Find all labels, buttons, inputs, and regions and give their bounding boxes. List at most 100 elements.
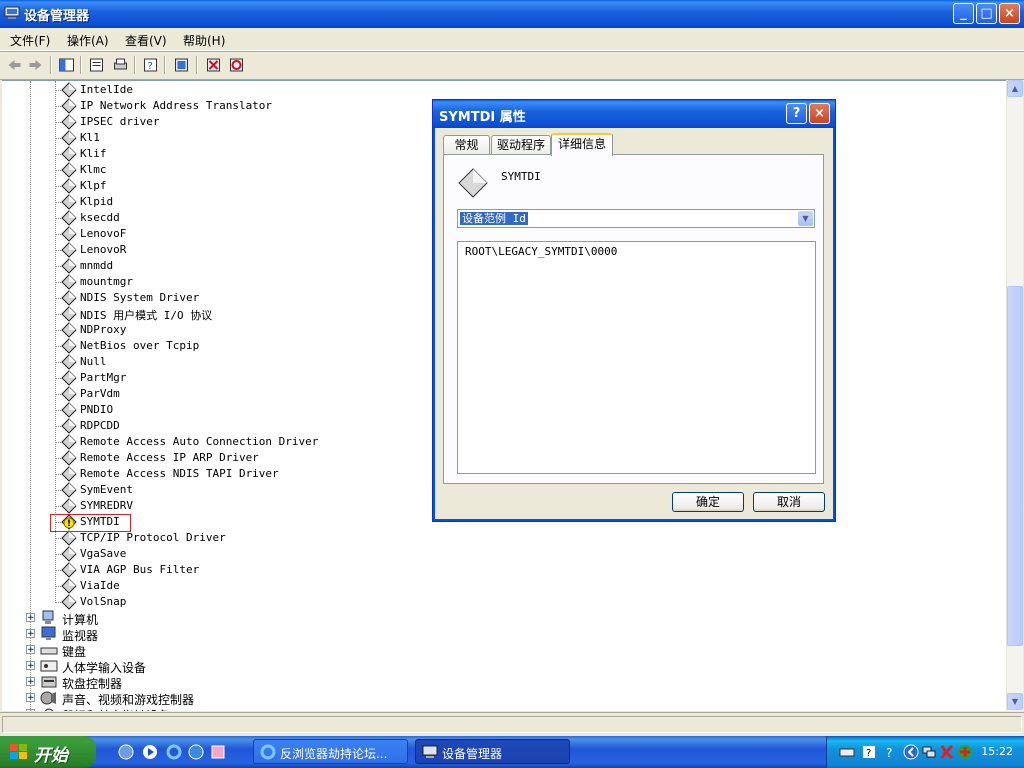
device-icon bbox=[61, 194, 77, 210]
device-manager-icon bbox=[422, 745, 438, 758]
tab-driver[interactable]: 驱动程序 bbox=[491, 135, 551, 155]
ok-button[interactable]: 确定 bbox=[672, 492, 744, 512]
quicklaunch-icon-5[interactable] bbox=[210, 744, 226, 760]
tab-general[interactable]: 常规 bbox=[443, 135, 490, 155]
tab-driver-label: 驱动程序 bbox=[496, 138, 545, 152]
expand-icon[interactable]: + bbox=[26, 677, 35, 687]
device-label: mountmgr bbox=[80, 275, 133, 288]
device-icon bbox=[61, 114, 77, 130]
scan-hardware-icon[interactable] bbox=[173, 57, 190, 73]
menu-view[interactable]: 查看(V) bbox=[125, 32, 167, 49]
properties-dialog: SYMTDI 属性 ? × 常规 驱动程序 详细信息 SYMTDI 设备范例 I… bbox=[432, 99, 836, 522]
show-hidden-icons-icon[interactable] bbox=[903, 744, 919, 760]
device-label: IP Network Address Translator bbox=[80, 99, 273, 112]
close-icon: × bbox=[814, 106, 825, 121]
expand-icon[interactable]: + bbox=[26, 629, 35, 639]
svg-text:?: ? bbox=[886, 746, 892, 760]
menu-file[interactable]: 文件(F) bbox=[10, 32, 50, 49]
device-label: Klmc bbox=[80, 163, 107, 176]
help-icon[interactable]: ? bbox=[861, 744, 877, 760]
device-label: Kl1 bbox=[80, 131, 100, 144]
taskbar-item-label: 反浏览器劫持论坛... bbox=[280, 747, 388, 761]
expand-icon[interactable]: + bbox=[26, 709, 35, 711]
device-label: Remote Access NDIS TAPI Driver bbox=[80, 467, 279, 480]
properties-icon[interactable] bbox=[88, 57, 105, 73]
keyboard-icon bbox=[40, 647, 58, 655]
menu-help[interactable]: 帮助(H) bbox=[183, 32, 225, 49]
taskbar-item-forum[interactable]: 反浏览器劫持论坛... bbox=[253, 739, 408, 764]
scroll-up-button[interactable]: ▲ bbox=[1007, 80, 1023, 97]
expand-icon[interactable]: + bbox=[26, 693, 35, 703]
device-icon bbox=[61, 498, 77, 514]
quicklaunch-icon-4[interactable] bbox=[188, 744, 204, 760]
minimize-icon: _ bbox=[960, 6, 967, 21]
device-label: Klpid bbox=[80, 195, 114, 208]
device-label: VIA AGP Bus Filter bbox=[80, 563, 200, 576]
device-icon bbox=[61, 450, 77, 466]
tab-details[interactable]: 详细信息 bbox=[551, 133, 613, 156]
chevron-down-icon[interactable]: ▼ bbox=[798, 211, 813, 226]
device-label: ParVdm bbox=[80, 387, 120, 400]
expand-icon[interactable]: + bbox=[26, 661, 35, 671]
device-icon bbox=[61, 306, 77, 322]
close-icon: × bbox=[1004, 6, 1015, 21]
category-label: 软盘控制器 bbox=[62, 677, 123, 691]
category-label: 人体学输入设备 bbox=[62, 661, 147, 675]
taskbar-item-label: 设备管理器 bbox=[442, 747, 503, 761]
window-title-bar[interactable]: 设备管理器 _ □ × bbox=[0, 0, 1024, 28]
device-icon bbox=[61, 562, 77, 578]
menu-action[interactable]: 操作(A) bbox=[67, 32, 109, 49]
menu-bar: 文件(F) 操作(A) 查看(V) 帮助(H) bbox=[0, 28, 1024, 51]
property-value-list[interactable]: ROOT\LEGACY_SYMTDI\0000 bbox=[457, 241, 816, 474]
help-icon: ? bbox=[792, 106, 801, 121]
help-icon[interactable]: ? bbox=[142, 57, 159, 73]
taskbar-item-device-manager[interactable]: 设备管理器 bbox=[415, 739, 570, 764]
device-icon bbox=[61, 594, 77, 610]
forward-icon[interactable] bbox=[27, 57, 44, 73]
expand-icon[interactable]: + bbox=[26, 645, 35, 655]
uninstall-icon[interactable] bbox=[205, 57, 222, 73]
antivirus-icon[interactable] bbox=[939, 744, 955, 760]
device-icon bbox=[61, 530, 77, 546]
property-select[interactable]: 设备范例 Id ▼ bbox=[457, 209, 815, 228]
expand-icon[interactable]: + bbox=[26, 613, 35, 623]
window-title: 设备管理器 bbox=[24, 9, 90, 24]
print-icon[interactable] bbox=[112, 57, 129, 73]
dialog-help-button[interactable]: ? bbox=[786, 103, 807, 124]
disable-icon[interactable] bbox=[228, 57, 245, 73]
monitor-icon bbox=[41, 626, 56, 640]
scroll-thumb[interactable] bbox=[1007, 286, 1023, 646]
network-icon[interactable] bbox=[921, 744, 937, 760]
device-label: LenovoR bbox=[80, 243, 127, 256]
hid-icon bbox=[40, 660, 58, 672]
keyboard-icon[interactable] bbox=[839, 744, 855, 760]
property-select-value: 设备范例 Id bbox=[460, 212, 528, 225]
minimize-button[interactable]: _ bbox=[953, 3, 974, 24]
cancel-button[interactable]: 取消 bbox=[753, 492, 825, 512]
quicklaunch-icon-1[interactable] bbox=[118, 744, 134, 760]
ie-icon[interactable] bbox=[166, 744, 182, 760]
dialog-close-button[interactable]: × bbox=[809, 103, 830, 124]
start-button[interactable]: 开始 bbox=[0, 736, 96, 768]
vertical-scrollbar[interactable]: ▲ ▼ bbox=[1006, 80, 1023, 711]
security-icon[interactable] bbox=[957, 744, 973, 760]
device-icon bbox=[61, 338, 77, 354]
device-icon bbox=[61, 290, 77, 306]
back-icon[interactable] bbox=[6, 57, 23, 73]
dialog-title-bar[interactable]: SYMTDI 属性 ? × bbox=[433, 100, 835, 128]
maximize-button[interactable]: □ bbox=[976, 3, 997, 24]
console-tree-icon[interactable] bbox=[58, 57, 75, 73]
category-label: 键盘 bbox=[62, 645, 87, 659]
category-label: 监视器 bbox=[62, 629, 99, 643]
media-player-icon[interactable] bbox=[142, 744, 158, 760]
device-label: PartMgr bbox=[80, 371, 127, 384]
device-label: IntelIde bbox=[80, 83, 133, 96]
device-icon bbox=[61, 162, 77, 178]
start-label: 开始 bbox=[34, 746, 68, 766]
highlight-box bbox=[50, 514, 131, 532]
list-item[interactable]: ROOT\LEGACY_SYMTDI\0000 bbox=[465, 245, 617, 258]
scroll-down-button[interactable]: ▼ bbox=[1007, 693, 1023, 710]
tray-icon-3[interactable]: ? bbox=[883, 744, 899, 760]
close-button[interactable]: × bbox=[999, 3, 1020, 24]
device-icon bbox=[61, 546, 77, 562]
